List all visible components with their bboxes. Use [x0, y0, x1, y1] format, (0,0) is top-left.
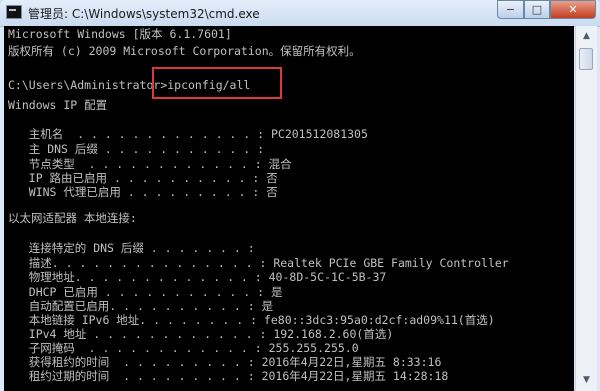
console-line: 租约过期的时间 . . . . . . . . . : 2016年4月22日,星… [8, 369, 449, 383]
maximize-button[interactable]: □ [524, 0, 550, 19]
vertical-scrollbar[interactable]: ▲ ▼ [575, 26, 597, 391]
console-line: 以太网适配器 本地连接: [8, 211, 137, 225]
console-line: WINS 代理已启用 . . . . . . . . . : 否 [8, 185, 278, 199]
close-button[interactable]: ✕ [550, 0, 596, 19]
console-line: 版权所有 (c) 2009 Microsoft Corporation。保留所有… [8, 44, 361, 58]
highlight-box [152, 67, 282, 99]
title-bar[interactable]: 管理员: C:\Windows\system32\cmd.exe − □ ✕ [0, 0, 600, 27]
console-line: Windows IP 配置 [8, 98, 108, 112]
scroll-up-icon[interactable]: ▲ [579, 29, 594, 44]
cmd-window: 管理员: C:\Windows\system32\cmd.exe − □ ✕ M… [0, 0, 600, 391]
minimize-button[interactable]: − [497, 0, 524, 19]
window-title: 管理员: C:\Windows\system32\cmd.exe [28, 7, 260, 21]
scrollbar-thumb[interactable] [579, 48, 593, 70]
scroll-down-icon[interactable]: ▼ [579, 373, 594, 388]
console-output[interactable]: Microsoft Windows [版本 6.1.7601] 版权所有 (c)… [4, 26, 574, 391]
console-line: Microsoft Windows [版本 6.1.7601] [8, 27, 232, 41]
cmd-icon[interactable] [6, 5, 22, 19]
